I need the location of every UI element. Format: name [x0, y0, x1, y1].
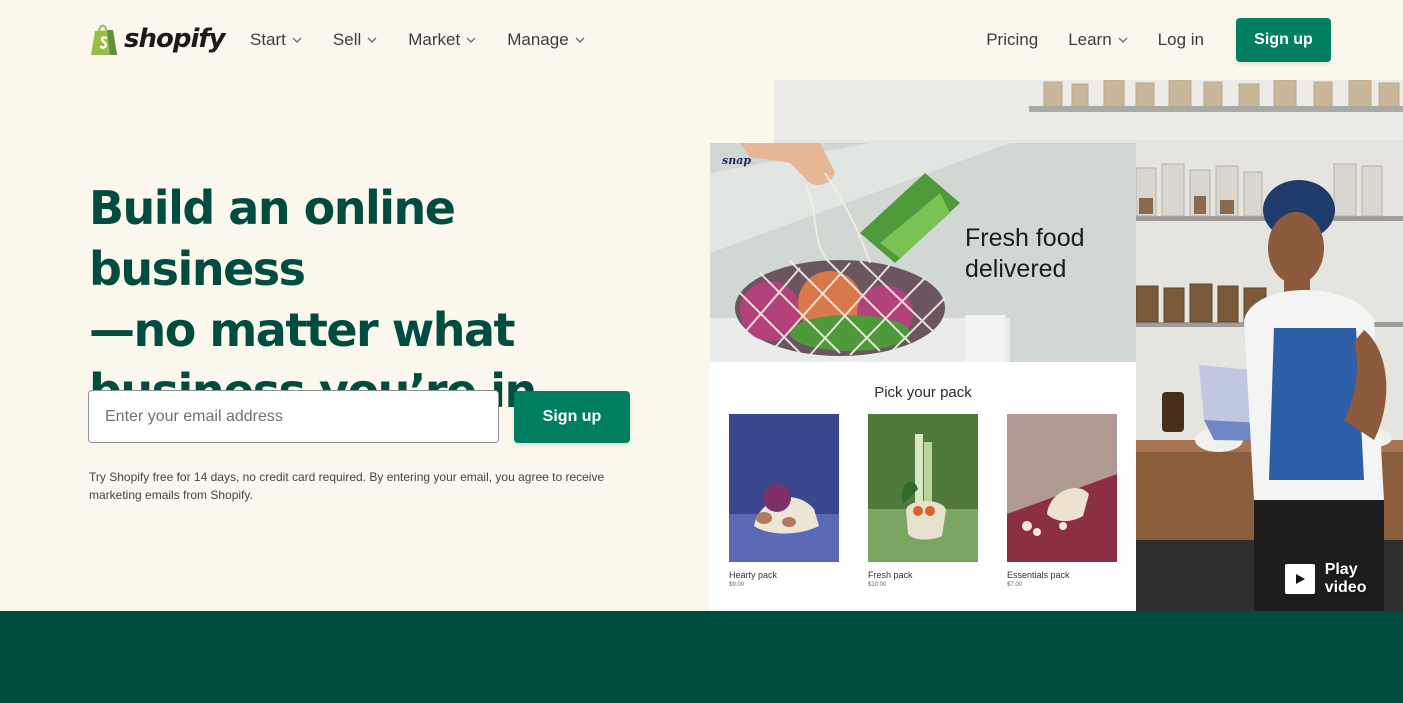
- pack-price: $7.00: [1007, 582, 1023, 588]
- hero-signup-button[interactable]: Sign up: [514, 391, 630, 443]
- mockup-hero-banner: snap Fresh food delivered: [710, 143, 1136, 362]
- chevron-down-icon: [1118, 37, 1128, 43]
- play-video-label: Play video: [1324, 561, 1367, 596]
- signup-disclaimer: Try Shopify free for 14 days, no credit …: [89, 470, 605, 502]
- shopping-bag-icon: [91, 24, 117, 55]
- hero-headline: Build an online business —no matter what…: [89, 178, 659, 422]
- nav-login[interactable]: Log in: [1158, 28, 1204, 52]
- nav-learn-label: Learn: [1068, 30, 1112, 49]
- pack-name: Hearty pack: [729, 570, 778, 580]
- nav-manage-label: Manage: [507, 30, 569, 49]
- pack-image: [729, 414, 839, 562]
- pack-price: $9.00: [729, 582, 745, 588]
- hero-headline-line-2: —no matter what: [89, 303, 516, 357]
- logo-wordmark: shopify: [124, 24, 226, 54]
- hearty-pack-image: [729, 414, 839, 562]
- nav-market[interactable]: Market: [408, 28, 476, 52]
- store-mockup: snap Fresh food delivered Pick your pack…: [710, 143, 1136, 611]
- nav-pricing[interactable]: Pricing: [986, 28, 1038, 52]
- chevron-down-icon: [575, 37, 585, 43]
- nav-manage[interactable]: Manage: [507, 28, 585, 52]
- fresh-pack-image: [868, 414, 978, 562]
- chevron-down-icon: [367, 37, 377, 43]
- shopify-logo[interactable]: shopify: [88, 22, 226, 56]
- nav-start-label: Start: [250, 30, 286, 49]
- mockup-tagline-line-1: Fresh food: [965, 224, 1085, 252]
- secondary-nav: Pricing Learn Log in Sign up: [986, 18, 1331, 62]
- primary-nav: Start Sell Market Manage: [250, 28, 585, 52]
- pack-name: Essentials pack: [1007, 570, 1070, 580]
- pack-card-essentials[interactable]: Essentials pack $7.00: [1007, 414, 1117, 588]
- essentials-pack-image: [1007, 414, 1117, 562]
- email-input[interactable]: [88, 390, 499, 443]
- pack-name: Fresh pack: [868, 570, 913, 580]
- pack-card-fresh[interactable]: Fresh pack $10.00: [868, 414, 978, 588]
- pack-card-hearty[interactable]: Hearty pack $9.00: [729, 414, 839, 588]
- header-signup-button[interactable]: Sign up: [1236, 18, 1331, 62]
- mockup-tagline-line-2: delivered: [965, 255, 1067, 283]
- bottom-band: [0, 611, 1403, 703]
- nav-start[interactable]: Start: [250, 28, 302, 52]
- nav-sell[interactable]: Sell: [333, 28, 377, 52]
- play-icon: [1285, 564, 1315, 594]
- nav-learn[interactable]: Learn: [1068, 28, 1128, 52]
- mockup-tagline: Fresh food delivered: [965, 223, 1085, 285]
- hero-headline-line-1: Build an online business: [89, 181, 456, 296]
- chevron-down-icon: [466, 37, 476, 43]
- mockup-store-logo: snap: [722, 154, 752, 167]
- play-video-button[interactable]: Play video: [1285, 561, 1403, 597]
- mockup-section-title: Pick your pack: [874, 384, 972, 401]
- pack-price: $10.00: [868, 582, 887, 588]
- pack-image: [868, 414, 978, 562]
- chevron-down-icon: [292, 37, 302, 43]
- nav-sell-label: Sell: [332, 30, 362, 49]
- pack-image: [1007, 414, 1117, 562]
- nav-market-label: Market: [408, 30, 461, 49]
